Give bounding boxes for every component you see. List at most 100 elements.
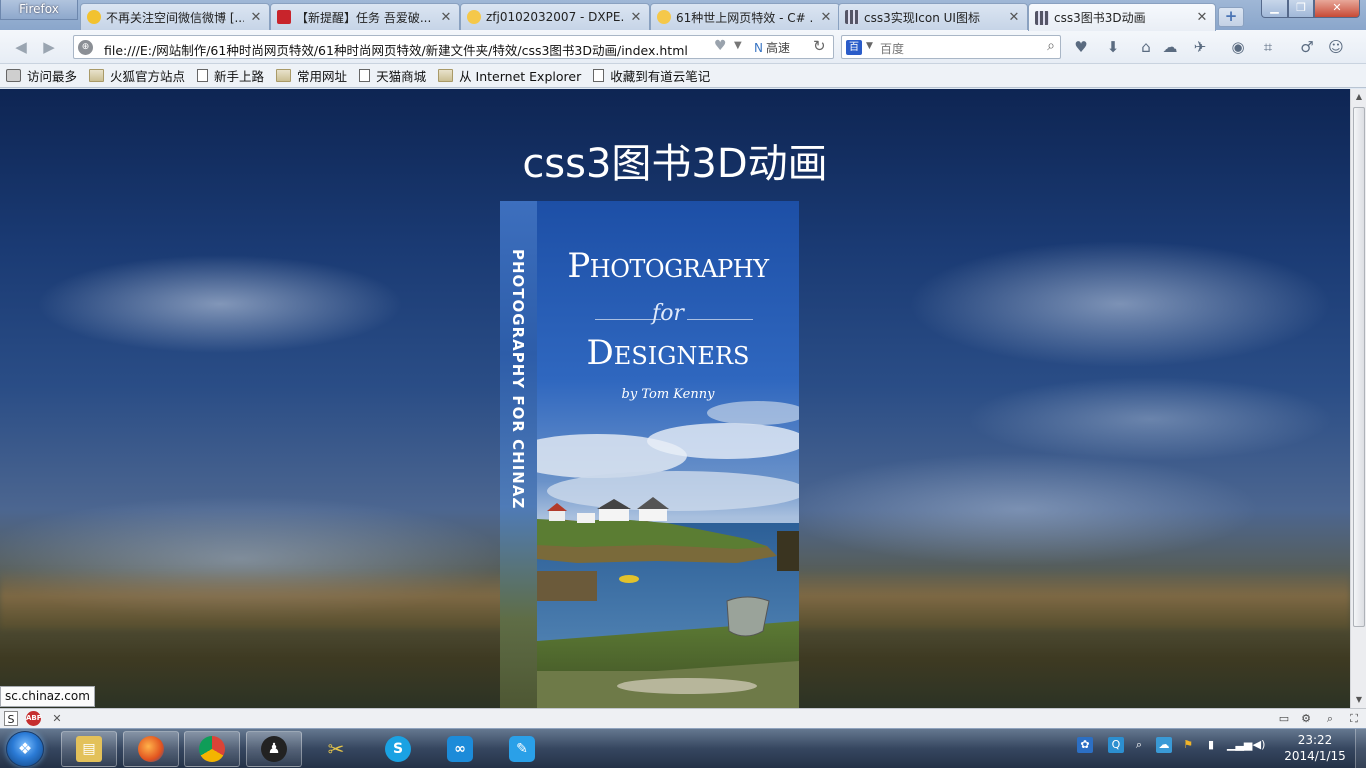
forward-button[interactable]: ▶ — [40, 39, 58, 55]
close-tab-icon[interactable]: ✕ — [629, 10, 643, 25]
tab-strip: Firefox 不再关注空间微信微博 [... ✕ 【新提醒】任务 吾爱破...… — [0, 0, 1366, 31]
taskbar-tools[interactable]: ✂ — [308, 731, 364, 767]
bookmark-getting-started[interactable]: 新手上路 — [197, 66, 264, 85]
book-3d[interactable]: PHOTOGRAPHY FOR CHINAZ Photography for D… — [500, 201, 800, 708]
volume-icon[interactable]: ◀) — [1251, 737, 1267, 753]
baidu-engine-icon[interactable]: 百 — [846, 40, 862, 55]
qq-mail-icon — [657, 10, 671, 24]
taskbar-chrome[interactable] — [184, 731, 240, 767]
home-icon[interactable]: ⌂ — [1136, 38, 1156, 56]
close-tab-icon[interactable]: ✕ — [249, 10, 263, 25]
vertical-scrollbar[interactable]: ▲ ▼ — [1350, 89, 1366, 708]
close-tab-icon[interactable]: ✕ — [819, 10, 833, 25]
show-desktop-button[interactable] — [1355, 729, 1366, 768]
bookmark-firefox-site[interactable]: 火狐官方站点 — [89, 66, 185, 85]
scroll-up-arrow-icon[interactable]: ▲ — [1351, 89, 1366, 105]
extension-icon[interactable]: ✈ — [1190, 38, 1210, 56]
zoom-icon[interactable]: ⌕ — [1322, 711, 1338, 726]
folder-explorer-icon: ▤ — [76, 736, 102, 762]
close-tab-icon[interactable]: ✕ — [439, 10, 453, 25]
tab-52pojie[interactable]: 【新提醒】任务 吾爱破... ✕ — [270, 3, 460, 30]
bookmark-tmall[interactable]: 天猫商城 — [359, 66, 426, 85]
tray-search-icon[interactable]: ⌕ — [1131, 737, 1147, 753]
bookmark-youdao-note[interactable]: 收藏到有道云笔记 — [593, 66, 710, 85]
tab-css3-book[interactable]: css3图书3D动画 ✕ — [1028, 3, 1216, 31]
close-addon-bar-icon[interactable]: ✕ — [50, 711, 64, 726]
close-icon: ✕ — [1332, 1, 1342, 14]
qq-mail-icon — [467, 10, 481, 24]
scroll-down-arrow-icon[interactable]: ▼ — [1351, 692, 1366, 708]
share-icon[interactable]: ♂ — [1297, 38, 1317, 56]
window-layout-icon[interactable]: ▭ — [1276, 711, 1292, 726]
restore-icon: ❐ — [1296, 1, 1306, 14]
adblock-plus-icon[interactable]: ABP — [26, 711, 42, 726]
monkey-addon-icon[interactable]: ☺ — [1326, 38, 1346, 56]
taskbar-notes[interactable]: ✎ — [494, 731, 550, 767]
search-icon[interactable]: ⌕ — [1047, 38, 1055, 54]
speed-mode-button[interactable]: N 高速 — [754, 39, 790, 56]
chrome-icon — [199, 736, 225, 762]
close-tab-icon[interactable]: ✕ — [1007, 10, 1021, 25]
book-spine: PHOTOGRAPHY FOR CHINAZ — [500, 201, 537, 708]
pen-notes-icon: ✎ — [509, 736, 535, 762]
history-dropdown-icon[interactable]: ▼ — [734, 40, 742, 51]
download-icon[interactable]: ⬇ — [1103, 38, 1123, 56]
taskbar-qq[interactable]: ♟ — [246, 731, 302, 767]
fullscreen-icon[interactable]: ⛶ — [1346, 711, 1362, 726]
site-identity-icon[interactable]: ⊕ — [78, 40, 93, 55]
minimize-button[interactable]: ▁ — [1261, 0, 1288, 18]
tab-title: 不再关注空间微信微博 [... — [106, 10, 244, 25]
search-input[interactable]: 百度 — [880, 40, 904, 57]
tab-weibo[interactable]: 不再关注空间微信微博 [... ✕ — [80, 3, 270, 30]
close-window-button[interactable]: ✕ — [1314, 0, 1360, 18]
tab-61-effects[interactable]: 61种世上网页特效 - C# ... ✕ — [650, 3, 840, 30]
tray-security-icon[interactable]: ⚑ — [1180, 737, 1196, 753]
reload-icon[interactable]: ↻ — [813, 37, 826, 55]
tray-baidu-icon[interactable]: ✿ — [1077, 737, 1093, 753]
addon-bar: S ABP ✕ ▭ ⚙ ⌕ ⛶ — [0, 708, 1366, 728]
star-icon — [87, 10, 101, 24]
taskbar-firefox[interactable] — [123, 731, 179, 767]
bookmark-label: 从 Internet Explorer — [459, 69, 582, 84]
start-button[interactable]: ❖ — [6, 731, 44, 767]
speed-icon: N — [754, 41, 763, 55]
settings-gear-icon[interactable]: ⚙ — [1298, 711, 1314, 726]
network-signal-icon[interactable]: ▁▃▅ — [1227, 737, 1252, 753]
maximize-button[interactable]: ❐ — [1288, 0, 1314, 18]
search-bar[interactable]: 百 ▼ 百度 ⌕ — [841, 35, 1061, 59]
firefox-menu-button[interactable]: Firefox — [0, 0, 78, 20]
screenshot-crop-icon[interactable]: ⌗ — [1258, 38, 1278, 56]
back-button[interactable]: ◀ — [12, 39, 30, 55]
bookmark-label: 收藏到有道云笔记 — [610, 69, 711, 84]
taskbar-explorer[interactable]: ▤ — [61, 731, 117, 767]
favorites-heart-icon[interactable]: ♥ — [1071, 38, 1091, 56]
url-text[interactable]: file:///E:/网站制作/61种时尚网页特效/61种时尚网页特效/新建文件… — [104, 40, 688, 59]
tab-title: css3图书3D动画 — [1054, 11, 1146, 25]
tab-dxpe[interactable]: zfj0102032007 - DXPE... ✕ — [460, 3, 650, 30]
bookmark-common-sites[interactable]: 常用网址 — [276, 66, 347, 85]
bookmark-from-ie[interactable]: 从 Internet Explorer — [438, 66, 581, 85]
bookmark-label: 火狐官方站点 — [110, 69, 186, 84]
engine-dropdown-icon[interactable]: ▼ — [866, 41, 873, 51]
tray-sync-icon[interactable]: ☁ — [1156, 737, 1172, 753]
close-tab-icon[interactable]: ✕ — [1195, 10, 1209, 25]
address-bar[interactable]: ⊕ file:///E:/网站制作/61种时尚网页特效/61种时尚网页特效/新建… — [73, 35, 834, 59]
sync-icon[interactable]: ☁ — [1160, 38, 1180, 56]
minimize-icon: ▁ — [1270, 1, 1279, 14]
addon-toggle-icon[interactable]: S — [4, 711, 18, 726]
system-clock[interactable]: 23:22 2014/1/15 — [1282, 732, 1348, 764]
taskbar-skype[interactable]: S — [370, 731, 426, 767]
cover-title-line2: for — [652, 301, 684, 326]
browser-logo-icon[interactable]: ◉ — [1228, 38, 1248, 56]
bookmark-heart-icon[interactable]: ♥ — [714, 38, 727, 54]
new-tab-button[interactable]: + — [1218, 7, 1244, 27]
navigation-bar: ◀ ▶ ⊕ file:///E:/网站制作/61种时尚网页特效/61种时尚网页特… — [0, 30, 1366, 64]
tab-css3-icon[interactable]: css3实现Icon UI图标 ✕ — [838, 3, 1028, 30]
scrollbar-thumb[interactable] — [1353, 107, 1365, 627]
tray-device-icon[interactable]: ▮ — [1203, 737, 1219, 753]
bookmark-most-visited[interactable]: 访问最多 — [6, 66, 77, 85]
tab-title: 61种世上网页特效 - C# ... — [676, 10, 814, 25]
tab-title: 【新提醒】任务 吾爱破... — [296, 10, 432, 25]
taskbar-cloud[interactable]: ∞ — [432, 731, 488, 767]
tray-q-icon[interactable]: Q — [1108, 737, 1124, 753]
